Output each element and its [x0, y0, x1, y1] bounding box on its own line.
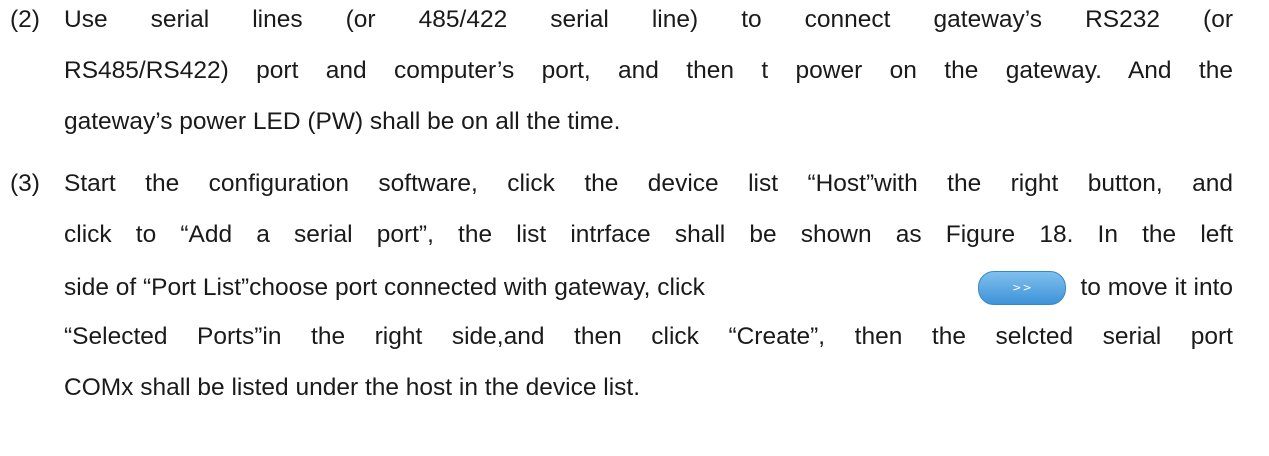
item-number: (2) [10, 6, 40, 33]
text-line: gateway’s power LED (PW) shall be on all… [64, 108, 621, 135]
document-page: (2) Use serial lines (or 485/422 serial … [0, 0, 1269, 456]
text-line: click to “Add a serial port”, the list i… [64, 221, 1233, 248]
text-line: “Selected Ports”in the right side,and th… [64, 323, 1233, 350]
text-line: RS485/RS422) port and computer’s port, a… [64, 57, 1233, 84]
text-line: Use serial lines (or 485/422 serial line… [64, 6, 1233, 33]
inline-button-group: >> to move it into [970, 271, 1233, 305]
move-right-button: >> [978, 271, 1067, 305]
text-line: COMx shall be listed under the host in t… [64, 374, 641, 401]
text-segment: to move it into [1080, 274, 1233, 301]
item-number: (3) [10, 170, 40, 197]
text-segment: side of “Port List”choose port connected… [64, 274, 705, 301]
text-line: Start the configuration software, click … [64, 170, 1233, 197]
text-line-with-button: side of “Port List”choose port connected… [64, 271, 1233, 305]
